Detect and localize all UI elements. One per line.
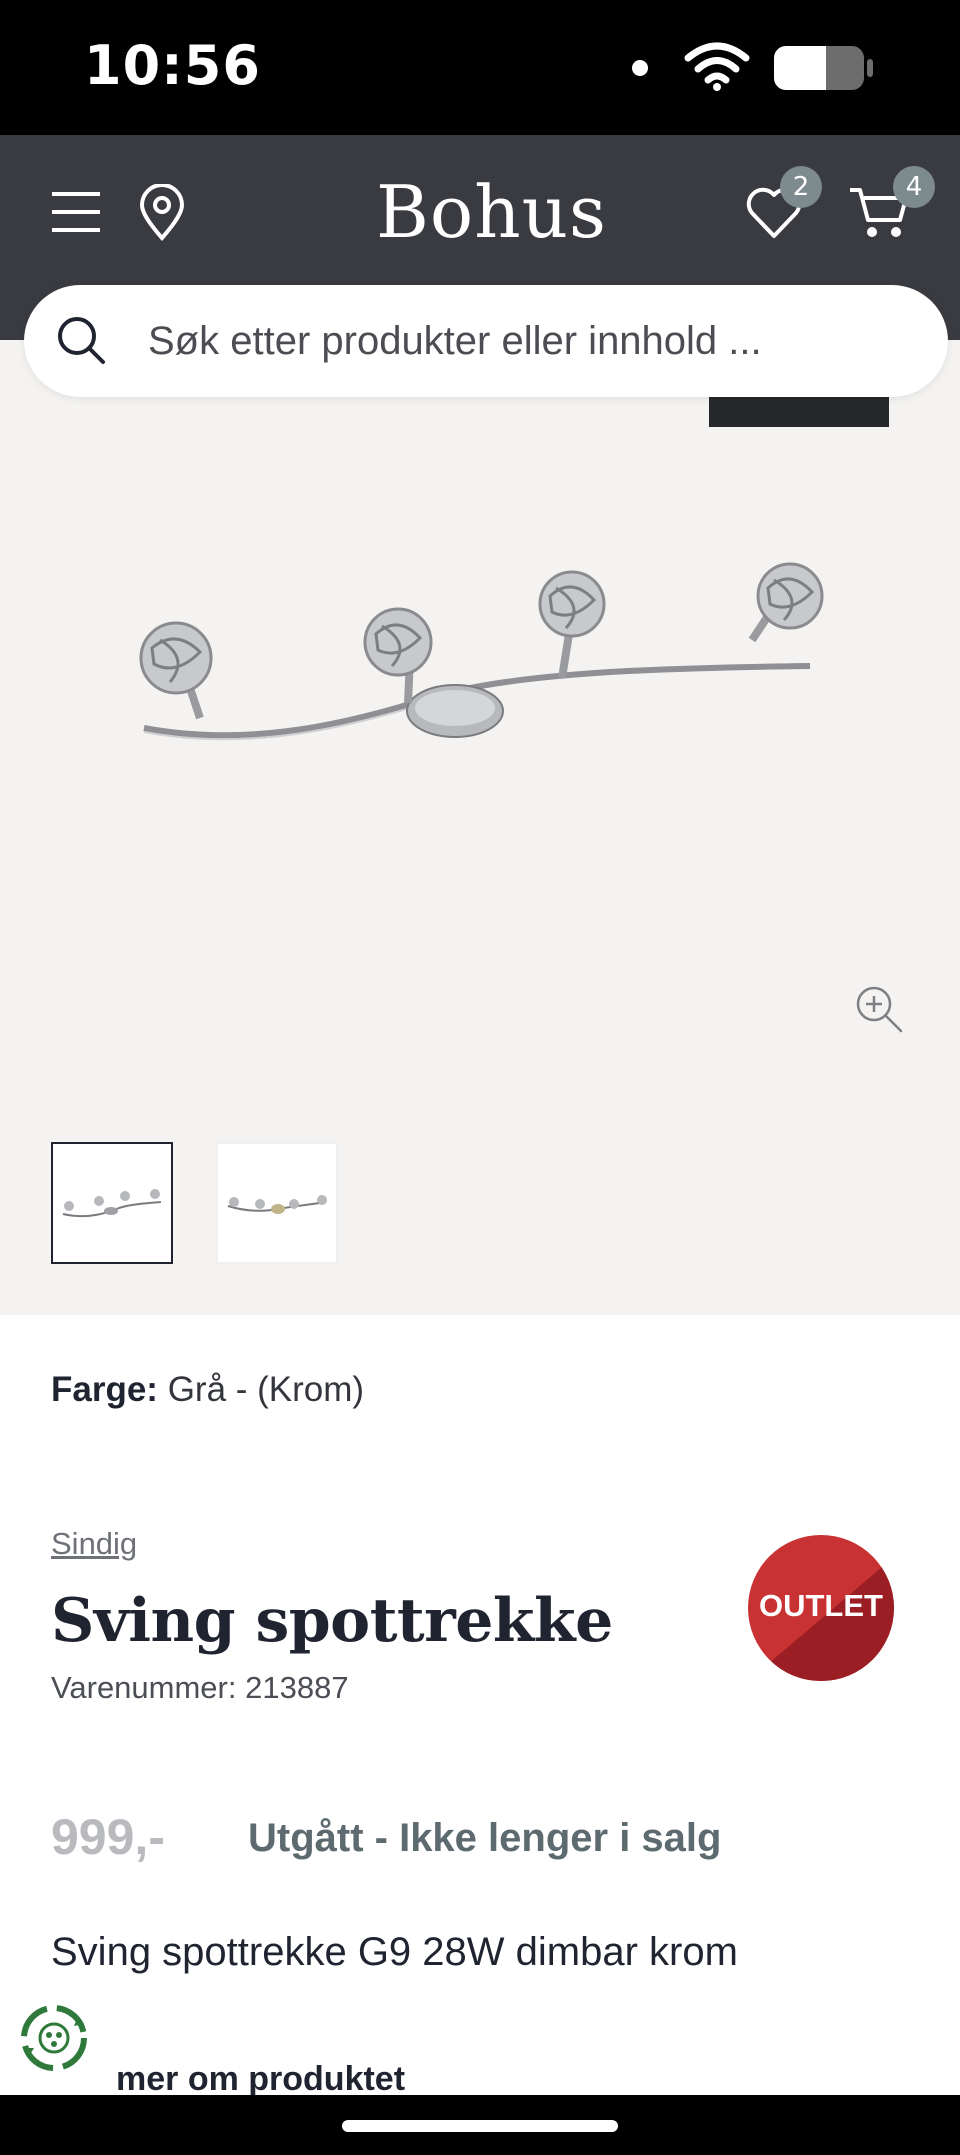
thumbnail-image (62, 1189, 162, 1218)
gallery-overlay-tab (709, 397, 889, 427)
status-dot (632, 60, 648, 76)
thumbnail-image (227, 1195, 327, 1214)
product-price: 999,- (51, 1809, 165, 1865)
product-short-description: Sving spottrekke G9 28W dimbar krom (51, 1930, 738, 1974)
cart-count-badge: 4 (893, 166, 935, 208)
status-time: 10:56 (84, 34, 261, 97)
search-input[interactable] (148, 313, 908, 369)
location-icon[interactable] (138, 184, 186, 242)
gallery-thumbnail-2[interactable] (216, 1142, 338, 1264)
sku-row: Varenummer: 213887 (51, 1670, 349, 1706)
sku-label: Varenummer: (51, 1670, 237, 1705)
zoom-icon[interactable] (854, 984, 904, 1034)
color-label: Farge: (51, 1370, 158, 1409)
wifi-icon (684, 42, 750, 91)
gallery-thumbnail-1[interactable] (51, 1142, 173, 1264)
status-bar: 10:56 (0, 0, 960, 135)
recycle-icon[interactable] (18, 2002, 90, 2074)
search-bar[interactable] (24, 285, 948, 397)
outlet-badge: OUTLET (748, 1535, 894, 1681)
stock-status: Utgått - Ikke lenger i salg (248, 1816, 722, 1860)
search-icon[interactable] (56, 315, 106, 365)
sku-value: 213887 (245, 1670, 349, 1705)
product-image[interactable] (130, 548, 830, 768)
brand-link[interactable]: Sindig (51, 1526, 137, 1562)
menu-icon[interactable] (50, 190, 102, 234)
wishlist-count-badge: 2 (780, 166, 822, 208)
product-title: Sving spottrekke (51, 1586, 613, 1656)
battery-icon (774, 46, 873, 90)
more-about-product-link[interactable]: mer om produktet (116, 2060, 405, 2099)
outlet-badge-label: OUTLET (759, 1588, 883, 1623)
color-row: Farge: Grå - (Krom) (51, 1370, 364, 1410)
site-logo[interactable]: Bohus (376, 170, 607, 254)
home-indicator[interactable] (342, 2120, 618, 2132)
color-value: Grå - (Krom) (167, 1370, 365, 1409)
